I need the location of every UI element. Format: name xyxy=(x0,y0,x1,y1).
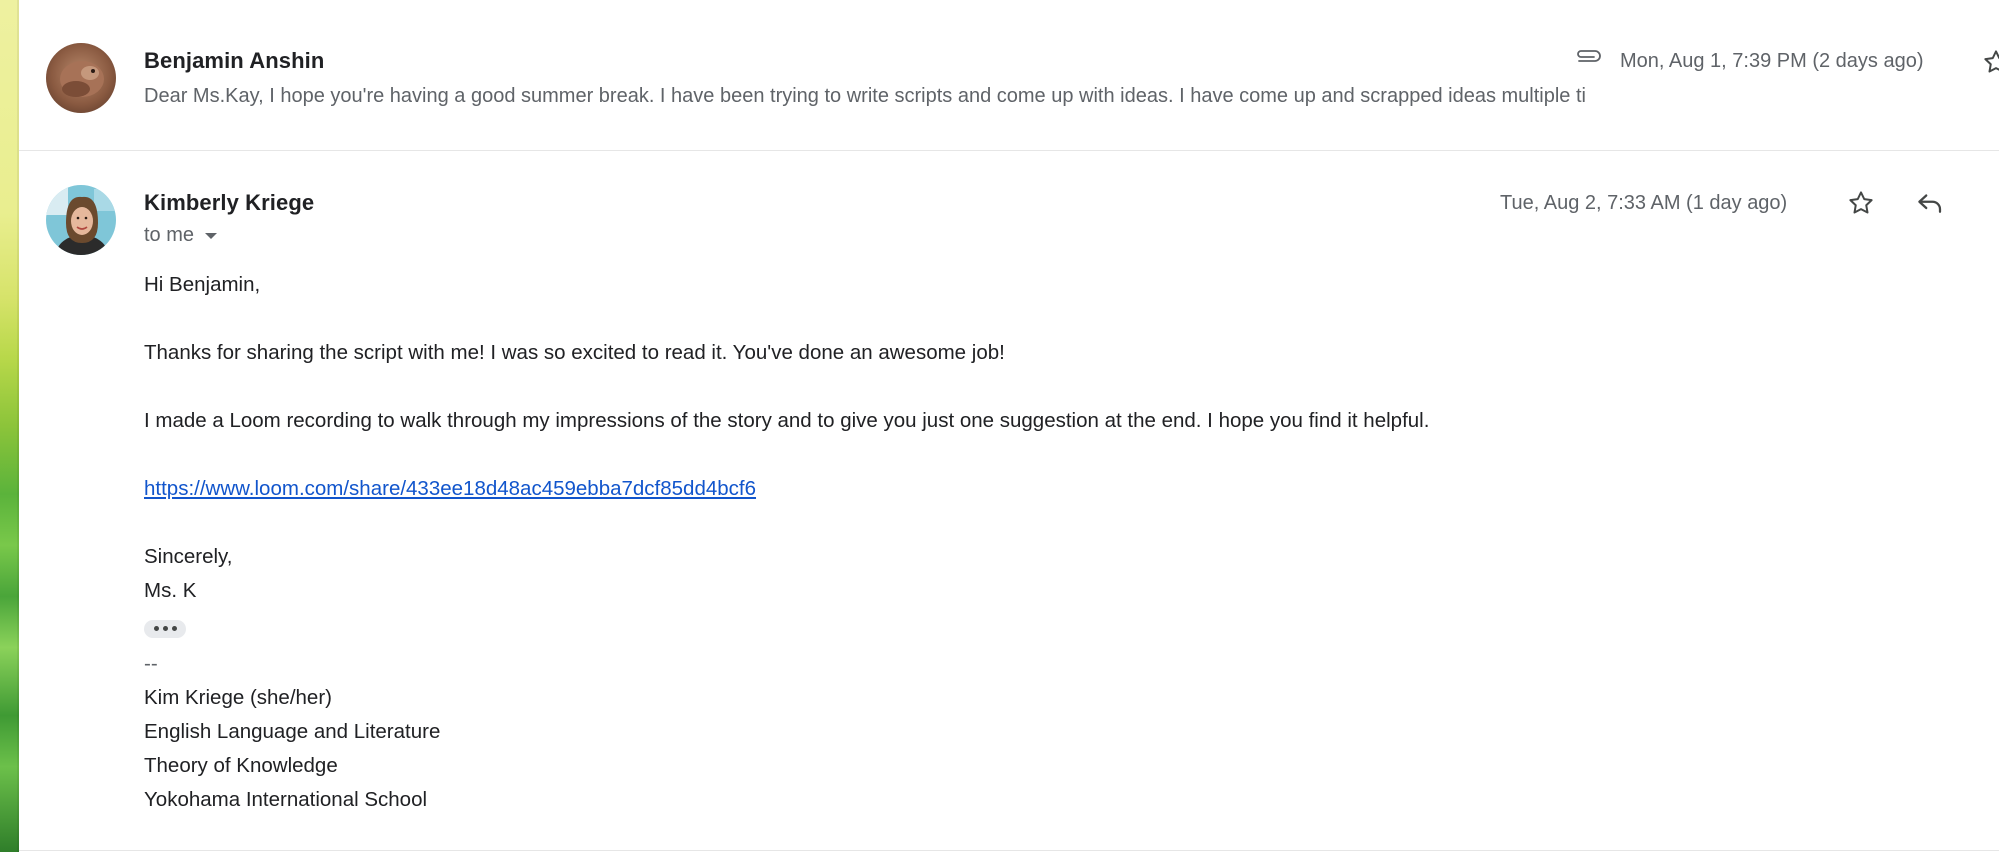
background-strip xyxy=(0,0,19,852)
avatar xyxy=(46,185,116,255)
signature-line: Yokohama International School xyxy=(144,787,428,811)
loom-link[interactable]: https://www.loom.com/share/433ee18d48ac4… xyxy=(144,477,756,500)
star-icon[interactable] xyxy=(1843,185,1879,221)
message-date: Tue, Aug 2, 7:33 AM (1 day ago) xyxy=(1500,192,1788,214)
thread-container: Benjamin Anshin Mon, Aug 1, 7:39 PM (2 d… xyxy=(19,0,1999,852)
closing: Sincerely, xyxy=(144,545,233,568)
body-paragraph: Thanks for sharing the script with me! I… xyxy=(144,341,1005,364)
signoff: Ms. K xyxy=(144,579,197,602)
signature-name: Kim Kriege (she/her) xyxy=(144,685,332,709)
message-collapsed[interactable]: Benjamin Anshin Mon, Aug 1, 7:39 PM (2 d… xyxy=(19,0,1999,151)
avatar xyxy=(46,43,116,113)
sender-name: Benjamin Anshin xyxy=(144,48,325,73)
signature-separator: -- xyxy=(144,651,158,675)
body-paragraph: I made a Loom recording to walk through … xyxy=(144,409,1430,432)
message-snippet: Dear Ms.Kay, I hope you're having a good… xyxy=(144,85,1586,107)
signature-line: English Language and Literature xyxy=(144,719,441,743)
recipient-details-toggle[interactable]: to me xyxy=(144,224,218,247)
paperclip-icon xyxy=(1571,40,1605,74)
show-trimmed-content-icon[interactable] xyxy=(144,619,186,638)
message-expanded: Kimberly Kriege to me Tue, Aug 2, 7:33 A… xyxy=(19,150,1999,851)
sender-name: Kimberly Kriege xyxy=(144,190,315,215)
email-thread-view: Benjamin Anshin Mon, Aug 1, 7:39 PM (2 d… xyxy=(0,0,1999,852)
recipient-label: to me xyxy=(144,224,195,246)
message-body: Hi Benjamin, Thanks for sharing the scri… xyxy=(144,268,1944,817)
star-icon[interactable] xyxy=(1981,44,1999,80)
greeting: Hi Benjamin, xyxy=(144,273,261,296)
message-date: Mon, Aug 1, 7:39 PM (2 days ago) xyxy=(1620,50,1924,72)
more-vert-icon[interactable] xyxy=(1987,185,1999,221)
caret-down-icon xyxy=(204,224,218,247)
reply-icon[interactable] xyxy=(1912,185,1948,221)
signature-line: Theory of Knowledge xyxy=(144,753,338,777)
